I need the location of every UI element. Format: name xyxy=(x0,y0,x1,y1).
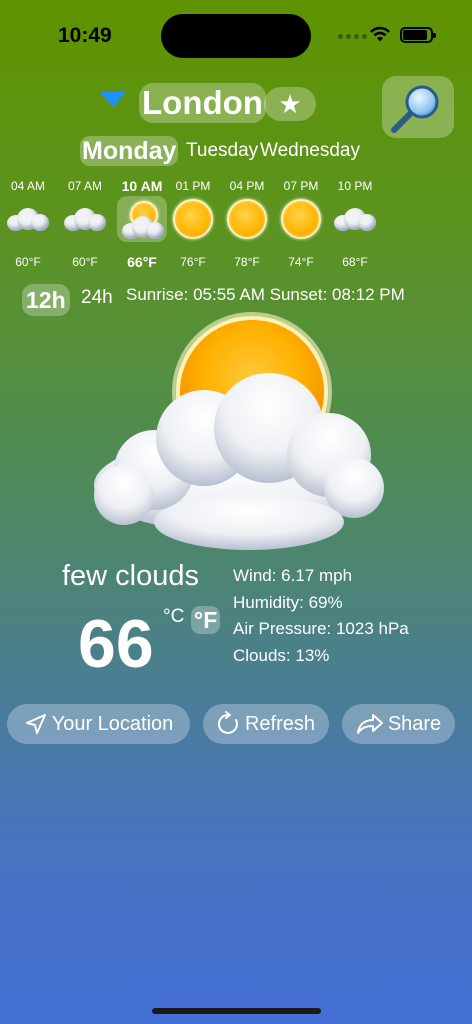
sun-icon xyxy=(219,196,275,242)
day-selector: Monday Tuesday Wednesday xyxy=(0,136,472,166)
hourly-item[interactable]: 10 PM 68°F xyxy=(327,176,383,272)
hour-temp: 66°F xyxy=(127,254,157,270)
hour-time: 07 AM xyxy=(67,179,103,193)
city-dropdown-icon[interactable] xyxy=(100,90,126,108)
format-24h-toggle[interactable]: 24h xyxy=(81,284,113,312)
sunrise-sunset-text: Sunrise: 05:55 AM Sunset: 08:12 PM xyxy=(126,285,405,304)
cloud-icon xyxy=(327,196,383,242)
wind-text: Wind: 6.17 mph xyxy=(233,566,353,585)
share-button[interactable]: Share xyxy=(342,704,455,744)
current-temperature: 66 xyxy=(78,606,154,682)
clouds-text: Clouds: 13% xyxy=(233,645,330,665)
hourly-item[interactable]: 01 PM 76°F xyxy=(165,176,221,272)
battery-icon xyxy=(400,27,436,43)
city-name[interactable]: London xyxy=(139,83,266,123)
hourly-item[interactable]: 04 AM 60°F xyxy=(0,176,56,272)
cloud-icon xyxy=(0,196,56,242)
weather-details: Wind: 6.17 mph Humidity: 69% Air Pressur… xyxy=(233,563,409,669)
humidity-text: Humidity: 69% xyxy=(233,592,343,612)
your-location-label: Your Location xyxy=(51,713,174,735)
day-tab-wednesday[interactable]: Wednesday xyxy=(260,136,360,166)
share-label: Share xyxy=(387,713,442,735)
weather-description: few clouds xyxy=(62,560,200,592)
hour-time: 04 AM xyxy=(10,179,46,193)
hour-temp: 60°F xyxy=(15,255,41,269)
status-time: 10:49 xyxy=(58,24,112,47)
hour-time: 04 PM xyxy=(229,179,265,193)
refresh-button[interactable]: Refresh xyxy=(203,704,329,744)
refresh-label: Refresh xyxy=(244,713,316,735)
few-clouds-icon xyxy=(117,196,167,242)
magnifier-icon xyxy=(391,85,439,133)
hourly-item[interactable]: 07 AM 60°F xyxy=(57,176,113,272)
hour-temp: 76°F xyxy=(180,255,206,269)
refresh-icon xyxy=(217,711,238,734)
hourly-item[interactable]: 04 PM 78°F xyxy=(219,176,275,272)
status-bar: 10:49 xyxy=(0,0,472,70)
hourly-forecast: 04 AM 60°F 07 AM 60°F 10 AM 66°F 01 PM 7… xyxy=(0,176,472,271)
day-tab-monday[interactable]: Monday xyxy=(80,136,179,166)
wifi-icon xyxy=(370,26,390,42)
sun-icon xyxy=(165,196,221,242)
hour-temp: 68°F xyxy=(342,255,368,269)
cloud-icon xyxy=(57,196,113,242)
home-indicator[interactable] xyxy=(152,1008,321,1014)
search-button[interactable] xyxy=(382,76,454,138)
hour-temp: 60°F xyxy=(72,255,98,269)
cellular-signal-icon xyxy=(338,34,367,39)
hour-time: 10 PM xyxy=(337,179,373,193)
pressure-text: Air Pressure: 1023 hPa xyxy=(233,619,409,638)
hour-time: 07 PM xyxy=(283,179,319,193)
hourly-item[interactable]: 07 PM 74°F xyxy=(273,176,329,272)
day-tab-tuesday[interactable]: Tuesday xyxy=(186,136,258,166)
few-clouds-large-icon xyxy=(94,312,384,550)
unit-celsius-toggle[interactable]: °C xyxy=(163,605,184,629)
hour-temp: 78°F xyxy=(234,255,260,269)
dynamic-island xyxy=(161,14,311,58)
hour-time: 01 PM xyxy=(175,179,211,193)
your-location-button[interactable]: Your Location xyxy=(7,704,190,744)
share-arrow-icon xyxy=(356,714,383,734)
hour-time: 10 AM xyxy=(121,178,163,194)
hour-temp: 74°F xyxy=(288,255,314,269)
sun-icon xyxy=(273,196,329,242)
format-12h-toggle[interactable]: 12h xyxy=(22,284,70,316)
favorite-star-button[interactable]: ★ xyxy=(264,87,316,121)
unit-fahrenheit-toggle[interactable]: °F xyxy=(191,606,221,634)
location-arrow-icon xyxy=(25,714,46,734)
hourly-item-selected[interactable]: 10 AM 66°F xyxy=(114,176,170,272)
action-bar: Your Location Refresh Share xyxy=(0,704,472,744)
